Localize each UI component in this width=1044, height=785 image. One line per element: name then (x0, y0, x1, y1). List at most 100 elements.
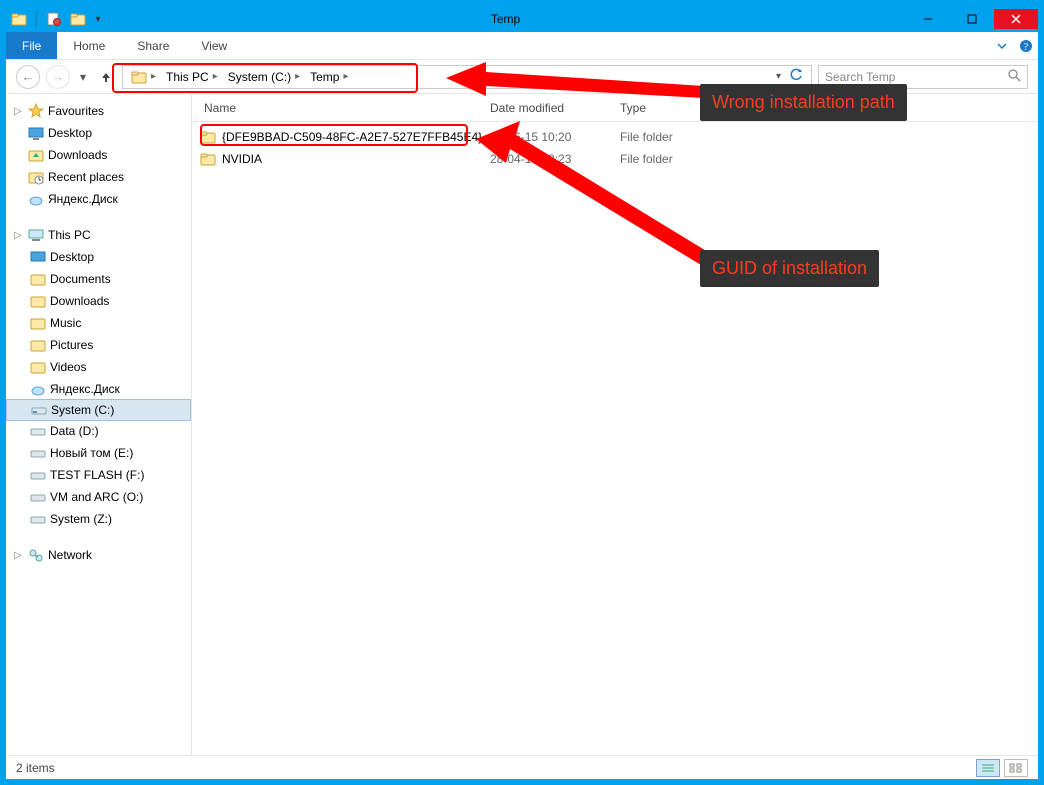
tree-network[interactable]: ▷ Network (6, 544, 191, 566)
tree-label: Pictures (50, 338, 93, 352)
column-type[interactable]: Type (620, 101, 740, 115)
breadcrumb-item[interactable]: System (C:)▸ (224, 66, 304, 88)
tree-label: Яндекс.Диск (50, 382, 120, 396)
breadcrumb-item[interactable]: Temp▸ (306, 66, 352, 88)
tree-item[interactable]: Новый том (E:) (6, 442, 191, 464)
videos-icon (30, 359, 46, 375)
tree-item[interactable]: Data (D:) (6, 420, 191, 442)
tree-label: System (C:) (51, 403, 114, 417)
tree-item-recent[interactable]: Recent places (6, 166, 191, 188)
downloads-icon (30, 293, 46, 309)
tab-view[interactable]: View (185, 32, 243, 59)
network-icon (28, 547, 44, 563)
navigation-pane: ▷ Favourites Desktop Downloads Recent pl… (6, 94, 192, 755)
column-date[interactable]: Date modified (490, 101, 620, 115)
refresh-icon[interactable] (789, 68, 803, 85)
tree-item-downloads[interactable]: Downloads (6, 144, 191, 166)
tree-item[interactable]: VM and ARC (O:) (6, 486, 191, 508)
downloads-icon (28, 147, 44, 163)
properties-icon[interactable] (43, 8, 65, 30)
tree-item-yandex[interactable]: Яндекс.Диск (6, 188, 191, 210)
breadcrumb-label: System (C:) (228, 70, 291, 84)
desktop-icon (30, 249, 46, 265)
twisty-icon[interactable]: ▷ (12, 230, 24, 241)
drive-icon (30, 489, 46, 505)
tree-label: TEST FLASH (F:) (50, 468, 144, 482)
tree-item[interactable]: System (Z:) (6, 508, 191, 530)
column-name[interactable]: Name (200, 101, 490, 115)
tree-item[interactable]: Яндекс.Диск (6, 378, 191, 400)
breadcrumb-label: Temp (310, 70, 339, 84)
tree-label: Яндекс.Диск (48, 192, 118, 206)
tree-item[interactable]: Downloads (6, 290, 191, 312)
drive-icon (31, 402, 47, 418)
minimize-button[interactable] (906, 9, 950, 29)
tree-label: Downloads (48, 148, 107, 162)
tree-item[interactable]: Documents (6, 268, 191, 290)
documents-icon (30, 271, 46, 287)
close-button[interactable] (994, 9, 1038, 29)
drive-icon (30, 511, 46, 527)
drive-icon (30, 423, 46, 439)
tree-item-desktop[interactable]: Desktop (6, 122, 191, 144)
breadcrumb-label: This PC (166, 70, 209, 84)
ribbon: File Home Share View ? (6, 32, 1038, 60)
tab-home[interactable]: Home (57, 32, 121, 59)
tree-item[interactable]: Music (6, 312, 191, 334)
breadcrumb-root-icon[interactable]: ▸ (127, 66, 160, 88)
forward-button[interactable]: → (46, 65, 70, 89)
tree-favourites[interactable]: ▷ Favourites (6, 100, 191, 122)
file-list-pane: Name Date modified Type {DFE9BBAD-C509-4… (192, 94, 1038, 755)
file-row[interactable]: {DFE9BBAD-C509-48FC-A2E7-527E7FFB45E4} 0… (192, 126, 1038, 148)
maximize-button[interactable] (950, 9, 994, 29)
file-name: {DFE9BBAD-C509-48FC-A2E7-527E7FFB45E4} (222, 130, 482, 144)
folder-icon (200, 129, 216, 145)
window-title: Temp (105, 12, 906, 26)
twisty-icon[interactable]: ▷ (12, 550, 24, 561)
search-input[interactable]: Search Temp (818, 65, 1028, 89)
tree-label: Desktop (50, 250, 94, 264)
navigation-bar: ← → ▾ ▸ This PC▸ System (C:)▸ Temp▸ ▾ (6, 60, 1038, 94)
file-row[interactable]: NVIDIA 28-04-15 13:23 File folder (192, 148, 1038, 170)
computer-icon (28, 227, 44, 243)
new-folder-icon[interactable] (67, 8, 89, 30)
search-placeholder: Search Temp (825, 70, 895, 84)
search-icon[interactable] (1007, 68, 1021, 85)
view-details-button[interactable] (976, 759, 1000, 777)
cloud-icon (30, 381, 46, 397)
tree-label: This PC (48, 228, 91, 242)
file-name: NVIDIA (222, 152, 262, 166)
view-icons-button[interactable] (1004, 759, 1028, 777)
breadcrumb-item[interactable]: This PC▸ (162, 66, 222, 88)
history-dropdown-icon[interactable]: ▾ (76, 70, 90, 84)
pictures-icon (30, 337, 46, 353)
file-date: 02-06-15 10:20 (490, 130, 620, 144)
address-dropdown-icon[interactable]: ▾ (776, 71, 781, 82)
cloud-icon (28, 191, 44, 207)
tree-label: Documents (50, 272, 111, 286)
tab-share[interactable]: Share (121, 32, 185, 59)
tree-item[interactable]: Videos (6, 356, 191, 378)
address-bar[interactable]: ▸ This PC▸ System (C:)▸ Temp▸ ▾ (122, 65, 812, 89)
status-text: 2 items (16, 761, 55, 775)
music-icon (30, 315, 46, 331)
tree-thispc[interactable]: ▷ This PC (6, 224, 191, 246)
up-button[interactable] (96, 67, 116, 87)
folder-icon (200, 151, 216, 167)
column-headers: Name Date modified Type (192, 94, 1038, 122)
tree-item-system-c[interactable]: System (C:) (6, 399, 191, 421)
file-tab[interactable]: File (6, 32, 57, 59)
file-type: File folder (620, 130, 740, 144)
twisty-icon[interactable]: ▷ (12, 106, 24, 117)
expand-ribbon-icon[interactable] (990, 32, 1014, 59)
tree-item[interactable]: TEST FLASH (F:) (6, 464, 191, 486)
tree-item[interactable]: Desktop (6, 246, 191, 268)
qat-dropdown-icon[interactable]: ▾ (91, 8, 105, 30)
help-icon[interactable]: ? (1014, 32, 1038, 59)
recent-icon (28, 169, 44, 185)
tree-item[interactable]: Pictures (6, 334, 191, 356)
drive-icon (30, 445, 46, 461)
tree-label: Music (50, 316, 81, 330)
back-button[interactable]: ← (16, 65, 40, 89)
title-bar: ▾ Temp (6, 6, 1038, 32)
